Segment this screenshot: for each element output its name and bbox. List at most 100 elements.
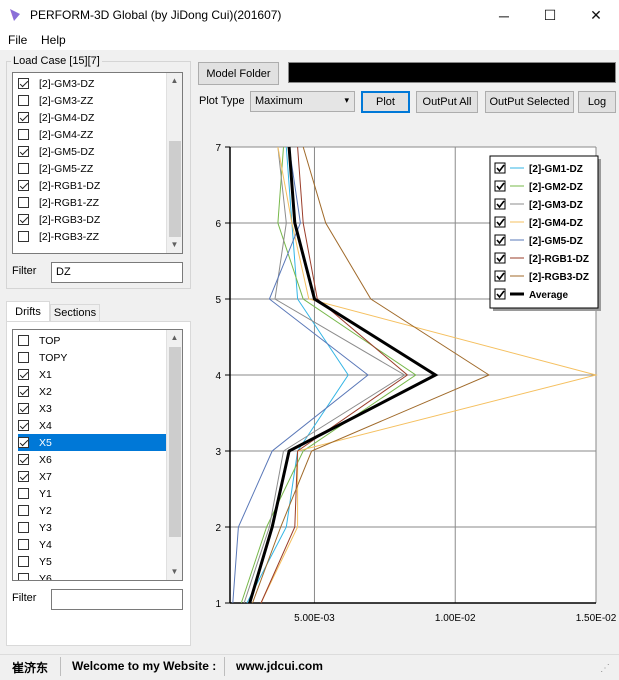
load-case-filter-label: Filter: [12, 265, 37, 277]
load-case-filter-input[interactable]: DZ: [51, 262, 183, 283]
checkbox[interactable]: [18, 505, 29, 516]
scroll-thumb[interactable]: [169, 141, 181, 237]
checkbox-checked[interactable]: [18, 403, 29, 414]
checkbox-checked[interactable]: [18, 112, 29, 123]
legend-label: [2]-GM1-DZ: [529, 164, 583, 175]
list-item[interactable]: Y2: [18, 502, 168, 519]
list-item[interactable]: X4: [18, 417, 168, 434]
menu-help[interactable]: Help: [41, 33, 66, 47]
list-item[interactable]: Y5: [18, 553, 168, 570]
minimize-button[interactable]: ─: [481, 0, 527, 31]
resize-grip-icon[interactable]: ⋰: [600, 663, 614, 677]
list-item-label: [2]-RGB1-ZZ: [39, 196, 100, 209]
checkbox[interactable]: [18, 488, 29, 499]
maximize-button[interactable]: ☐: [527, 0, 573, 31]
list-item-label: Y1: [39, 487, 52, 500]
list-item[interactable]: Y4: [18, 536, 168, 553]
checkbox-checked[interactable]: [18, 146, 29, 157]
checkbox-checked[interactable]: [18, 180, 29, 191]
list-item[interactable]: Y3: [18, 519, 168, 536]
output-selected-button[interactable]: OutPut Selected: [485, 91, 574, 113]
list-item[interactable]: X1: [18, 366, 168, 383]
list-item[interactable]: X2: [18, 383, 168, 400]
legend-label: [2]-GM4-DZ: [529, 218, 583, 229]
list-item[interactable]: [2]-GM5-ZZ: [18, 160, 168, 177]
list-item[interactable]: [2]-RGB3-ZZ: [18, 228, 168, 245]
drifts-filter-input[interactable]: [51, 589, 183, 610]
legend-label: [2]-RGB3-DZ: [529, 272, 589, 283]
scroll-up-icon[interactable]: ▲: [167, 76, 182, 85]
checkbox[interactable]: [18, 556, 29, 567]
checkbox-checked[interactable]: [18, 78, 29, 89]
checkbox[interactable]: [18, 197, 29, 208]
list-item[interactable]: [2]-RGB3-DZ: [18, 211, 168, 228]
list-item[interactable]: X6: [18, 451, 168, 468]
tab-sections[interactable]: Sections: [50, 304, 100, 322]
checkbox[interactable]: [18, 163, 29, 174]
checkbox-checked[interactable]: [18, 420, 29, 431]
plot-type-select[interactable]: Maximum ▾: [250, 91, 355, 112]
checkbox[interactable]: [18, 335, 29, 346]
close-button[interactable]: ✕: [573, 0, 619, 31]
drifts-scrollbar[interactable]: ▲ ▼: [166, 330, 182, 580]
checkbox-checked[interactable]: [18, 214, 29, 225]
output-all-button[interactable]: OutPut All: [416, 91, 478, 113]
status-divider: [224, 657, 225, 676]
website-link[interactable]: www.jdcui.com: [236, 659, 323, 673]
list-item[interactable]: [2]-GM3-DZ: [18, 75, 168, 92]
list-item-label: Y2: [39, 504, 52, 517]
list-item-label: [2]-GM5-ZZ: [39, 162, 94, 175]
checkbox[interactable]: [18, 573, 29, 580]
y-tick-label: 4: [215, 371, 221, 382]
list-item[interactable]: Y1: [18, 485, 168, 502]
scroll-thumb[interactable]: [169, 347, 181, 537]
scroll-down-icon[interactable]: ▼: [167, 240, 182, 249]
list-item[interactable]: X3: [18, 400, 168, 417]
checkbox[interactable]: [18, 539, 29, 550]
load-case-list[interactable]: [2]-GM3-DZ [2]-GM3-ZZ [2]-GM4-DZ [2]-GM4-ZZ…: [12, 72, 183, 254]
list-item[interactable]: [2]-GM4-DZ: [18, 109, 168, 126]
checkbox[interactable]: [18, 522, 29, 533]
list-item[interactable]: [2]-GM3-ZZ: [18, 92, 168, 109]
model-folder-path[interactable]: [288, 62, 616, 83]
checkbox-checked[interactable]: [18, 369, 29, 380]
list-item-label: [2]-GM4-ZZ: [39, 128, 94, 141]
menu-file[interactable]: File: [8, 33, 27, 47]
model-folder-button[interactable]: Model Folder: [198, 62, 279, 85]
list-item-label: Y6: [39, 572, 52, 581]
x-tick-label: 1.00E-02: [435, 613, 476, 624]
checkbox-checked[interactable]: [18, 386, 29, 397]
checkbox[interactable]: [18, 231, 29, 242]
y-tick-label: 3: [215, 447, 221, 458]
list-item[interactable]: TOP: [18, 332, 168, 349]
list-item-label: [2]-GM5-DZ: [39, 145, 95, 158]
plot-button[interactable]: Plot: [361, 91, 410, 113]
scroll-down-icon[interactable]: ▼: [167, 567, 182, 576]
list-item[interactable]: TOPY: [18, 349, 168, 366]
list-item[interactable]: X7: [18, 468, 168, 485]
list-item[interactable]: [2]-RGB1-DZ: [18, 177, 168, 194]
scroll-up-icon[interactable]: ▲: [167, 333, 182, 342]
checkbox[interactable]: [18, 129, 29, 140]
list-item[interactable]: [2]-RGB1-ZZ: [18, 194, 168, 211]
x-tick-label: 1.50E-02: [576, 613, 617, 624]
log-button[interactable]: Log: [578, 91, 616, 113]
list-item[interactable]: [2]-GM5-DZ: [18, 143, 168, 160]
drifts-list[interactable]: TOP TOPY X1 X2 X3 X4 X5 X6 X7 Y1 Y2 Y3 Y4 Y5 Y6 ▲ ▼: [12, 329, 183, 581]
checkbox-checked[interactable]: [18, 454, 29, 465]
list-item-label: [2]-GM4-DZ: [39, 111, 95, 124]
tab-drifts[interactable]: Drifts: [6, 301, 50, 322]
list-item[interactable]: X5: [18, 434, 166, 451]
checkbox[interactable]: [18, 352, 29, 363]
checkbox-checked[interactable]: [18, 437, 29, 448]
list-item[interactable]: Y6: [18, 570, 168, 581]
drifts-filter-label: Filter: [12, 592, 37, 604]
load-case-scrollbar[interactable]: ▲ ▼: [166, 73, 182, 253]
checkbox[interactable]: [18, 95, 29, 106]
list-item-label: [2]-RGB1-DZ: [39, 179, 101, 192]
list-item[interactable]: [2]-GM4-ZZ: [18, 126, 168, 143]
list-item-label: [2]-RGB3-DZ: [39, 213, 101, 226]
y-tick-label: 2: [215, 523, 221, 534]
list-item-label: X3: [39, 402, 52, 415]
checkbox-checked[interactable]: [18, 471, 29, 482]
